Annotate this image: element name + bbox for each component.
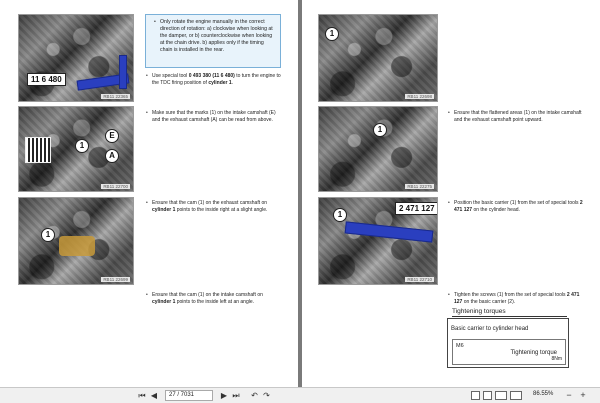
camshaft-flat-photo: 1 RB11 22698 [318,14,438,102]
torque-table: Basic carrier to cylinder head M6 Tighte… [447,318,569,368]
zoom-level: 86.55% [533,391,554,397]
back-icon[interactable]: ↶ [250,390,259,401]
engine-photo-tool: 11 6 480 RB11 22365 [18,14,134,102]
torque-value: 8Nm [551,356,562,362]
continuous-view-icon[interactable] [483,391,492,400]
marker-e: E [105,129,119,143]
marker-a: A [105,149,119,163]
marker-1: 1 [325,27,339,41]
page-left: 11 6 480 RB11 22365 Only rotate the engi… [0,0,298,387]
basic-carrier-photo: 2 471 127 1 RB11 22710 [318,197,438,285]
camshaft-marks-photo: 1 E A RB11 22700 [18,106,134,192]
photo-caption: RB11 22365 [101,94,130,99]
cam-lobe [59,236,95,256]
thread-size: M6 [456,343,464,349]
step-text: Ensure that the flattened areas (1) on t… [448,110,584,124]
zoom-in-icon[interactable]: + [578,390,588,401]
photo-caption: RB11 22275 [405,184,434,189]
step-text: Ensure that the cam (1) on the exhaust c… [146,200,282,214]
prev-page-icon[interactable]: ◀ [150,390,158,401]
photo-caption: RB11 22699 [101,277,130,282]
photo-caption: RB11 22698 [405,94,434,99]
note-box: Only rotate the engine manually in the c… [145,14,281,68]
forward-icon[interactable]: ↷ [262,390,271,401]
torque-row: M6 Tightening torque 8Nm [452,339,566,365]
photo-caption: RB11 22700 [101,184,130,189]
tool-label: 2 471 127 [395,202,437,215]
note-item: Only rotate the engine manually in the c… [154,19,276,54]
tool-label: 11 6 480 [27,73,66,86]
step-text: Use special tool 0 493 380 (11 6 480) to… [146,73,282,87]
document-viewer[interactable]: 11 6 480 RB11 22365 Only rotate the engi… [0,0,600,387]
two-page-view-icon[interactable] [495,391,507,400]
torque-title: Tightening torques [452,308,567,317]
step-text: Ensure that the cam (1) on the intake ca… [146,292,282,306]
exhaust-cam-photo: 1 RB11 22699 [18,197,134,285]
torque-heading: Basic carrier to cylinder head [451,326,529,332]
marker-1: 1 [41,228,55,242]
marker-1: 1 [373,123,387,137]
qr-code-label [25,137,51,163]
two-page-continuous-icon[interactable] [510,391,522,400]
single-page-view-icon[interactable] [471,391,480,400]
marker-1: 1 [75,139,89,153]
last-page-icon[interactable]: ⏭ [232,390,240,401]
step-text: Position the basic carrier (1) from the … [448,200,584,214]
marker-1: 1 [333,208,347,222]
page-number-field[interactable]: 27 / 7031 [165,390,213,401]
photo-caption: RB11 22710 [405,277,434,282]
first-page-icon[interactable]: ⏮ [138,390,146,401]
torque-label: Tightening torque [510,350,557,356]
next-page-icon[interactable]: ▶ [220,390,228,401]
special-tool-handle [119,55,127,89]
camshaft-upward-photo: 1 RB11 22275 [318,106,438,192]
step-text: Make sure that the marks (1) on the inta… [146,110,282,124]
step-text: Tighten the screws (1) from the set of s… [448,292,584,306]
zoom-out-icon[interactable]: − [564,390,574,401]
viewer-toolbar: ⏮ ◀ 27 / 7031 ▶ ⏭ ↶ ↷ 86.55% − + [0,387,600,403]
